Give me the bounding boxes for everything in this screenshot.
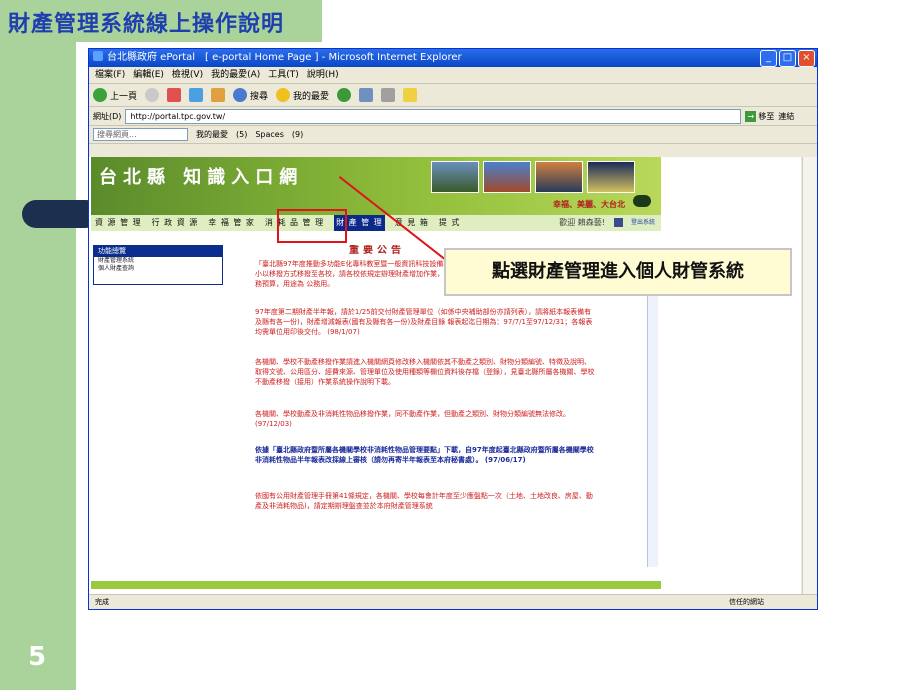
user-greeting: 歡迎 賴森藝! xyxy=(559,218,605,227)
menu-bar: 檔案(F) 編輯(E) 檢視(V) 我的最愛(A) 工具(T) 說明(H) xyxy=(89,67,817,84)
star-icon xyxy=(276,88,291,102)
site-nav: 資 源 管 理 行 政 資 源 幸 福 管 家 消 耗 品 管 理 財 產 管 … xyxy=(91,215,661,231)
banner-photo-1 xyxy=(431,161,479,193)
go-arrow-icon: → xyxy=(745,110,757,122)
address-bar: 網址(D) http://portal.tpc.gov.tw/ → 移至 連結 xyxy=(89,107,817,126)
status-text: 完成 xyxy=(95,598,109,606)
announcement-title: 重要公告 xyxy=(349,245,405,256)
home-icon[interactable] xyxy=(211,88,226,102)
site-banner-title: 台北縣 知識入口網 xyxy=(99,167,304,188)
banner-photo-2 xyxy=(483,161,531,193)
news-text: 依據「臺北縣政府暨所屬各機關學校非消耗性物品管理要點」下載，自97年度起臺北縣政… xyxy=(255,446,594,464)
links-label[interactable]: 連結 xyxy=(778,111,794,122)
logout-link[interactable]: 登出系統 xyxy=(631,215,655,231)
news-item: 各機關、學校動產及非消耗性物品移撥作業，同不動產作業，但動產之類別、財物分類編號… xyxy=(235,409,595,429)
slide-title-band: 財產管理系統線上操作說明 xyxy=(0,0,322,42)
news-item: 各機關、學校不動產移撥作業請進入機關網頁修改移入機關依其不動產之類別、財物分類編… xyxy=(235,357,595,387)
site-slogan: 幸福、美麗、大台北 xyxy=(553,200,625,209)
page-number: 5 xyxy=(28,642,47,672)
nav-admin-resource[interactable]: 行 政 資 源 xyxy=(152,215,199,231)
standard-toolbar: 上一頁 搜尋 我的最愛 xyxy=(89,84,817,107)
searchbar-mail-count[interactable]: (5) xyxy=(236,130,247,139)
window-titlebar[interactable]: 台北縣政府 ePortal [ e-portal Home Page ] - M… xyxy=(89,49,817,67)
banner-photo-3 xyxy=(535,161,583,193)
menu-file[interactable]: 檔案(F) xyxy=(95,67,125,83)
browser-window: 台北縣政府 ePortal [ e-portal Home Page ] - M… xyxy=(88,48,818,610)
page-scrollbar[interactable] xyxy=(802,157,817,595)
history-icon[interactable] xyxy=(337,88,352,102)
slide-side-band xyxy=(0,0,76,690)
side-item-property-system[interactable]: 財產管理系統 xyxy=(94,257,222,265)
news-text: 各機關、學校不動產移撥作業請進入機關網頁修改移入機關依其不動產之類別、財物分類編… xyxy=(255,358,595,386)
folder-icon[interactable] xyxy=(403,88,418,102)
slide-title: 財產管理系統線上操作說明 xyxy=(8,12,285,37)
go-button[interactable]: → 移至 xyxy=(745,110,775,122)
nav-resource-mgmt[interactable]: 資 源 管 理 xyxy=(95,215,142,231)
site-logo-icon xyxy=(633,195,651,207)
minimize-button[interactable]: _ xyxy=(760,50,777,67)
menu-view[interactable]: 檢視(V) xyxy=(172,67,203,83)
news-item: 97年度第二期財產半年報，請於1/25前交付財產管理單位（如係中央補助部份亦請列… xyxy=(235,307,595,337)
address-label: 網址(D) xyxy=(93,111,122,121)
window-title: 台北縣政府 ePortal [ e-portal Home Page ] - M… xyxy=(107,52,462,63)
mail-icon[interactable] xyxy=(359,88,374,102)
favorites-label: 我的最愛 xyxy=(293,91,330,102)
news-item: 依據「臺北縣政府暨所屬各機關學校非消耗性物品管理要點」下載，自97年度起臺北縣政… xyxy=(235,445,595,465)
footer-band xyxy=(91,581,661,589)
favorites-button[interactable]: 我的最愛 xyxy=(276,88,329,102)
nav-extra[interactable]: 提 式 xyxy=(439,215,461,231)
page-viewport: 台北縣 知識入口網 幸福、美麗、大台北 資 源 管 理 行 政 資 源 幸 福 … xyxy=(89,157,801,595)
announcement-scrollbar[interactable] xyxy=(647,259,658,567)
menu-tools[interactable]: 工具(T) xyxy=(268,67,299,83)
status-zone: 信任的網站 xyxy=(729,598,764,606)
news-text: 97年度第二期財產半年報，請於1/25前交付財產管理單位（如係中央補助部份亦請列… xyxy=(255,308,593,336)
nav-happy-butler[interactable]: 幸 福 管 家 xyxy=(208,215,255,231)
banner-photo-4 xyxy=(587,161,635,193)
back-label: 上一頁 xyxy=(110,91,138,102)
forward-arrow-icon[interactable] xyxy=(145,88,160,102)
instruction-callout: 點選財產管理進入個人財管系統 xyxy=(444,248,792,296)
magnifier-icon xyxy=(233,88,248,102)
searchbar-spaces[interactable]: Spaces xyxy=(255,130,284,139)
search-label: 搜尋 xyxy=(250,91,269,102)
ie-icon xyxy=(93,51,103,61)
searchbar-favorites[interactable]: 我的最愛 xyxy=(196,129,228,140)
print-icon[interactable] xyxy=(381,88,396,102)
function-panel-title: 功能總覽 xyxy=(94,246,222,257)
news-text: 各機關、學校動產及非消耗性物品移撥作業，同不動產作業，但動產之類別、財物分類編號… xyxy=(255,410,570,428)
highlight-box xyxy=(277,209,347,243)
menu-favorites[interactable]: 我的最愛(A) xyxy=(211,67,260,83)
toolbar-search-input[interactable]: 搜尋網頁... xyxy=(93,128,188,141)
print-icon[interactable] xyxy=(614,218,623,227)
search-button[interactable]: 搜尋 xyxy=(233,88,268,102)
address-input[interactable]: http://portal.tpc.gov.tw/ xyxy=(125,108,742,124)
refresh-icon[interactable] xyxy=(189,88,204,102)
function-panel: 功能總覽 財產管理系統 個人財產查詢 xyxy=(93,245,223,285)
back-button[interactable]: 上一頁 xyxy=(93,88,137,102)
stop-icon[interactable] xyxy=(167,88,182,102)
news-text: 依國有公用財產管理手冊第41條規定，各機關、學校每會計年度至少應盤點一次（土地、… xyxy=(255,492,593,510)
search-toolbar: 搜尋網頁... 我的最愛 (5) Spaces (9) xyxy=(89,126,817,144)
menu-help[interactable]: 說明(H) xyxy=(307,67,339,83)
back-arrow-icon xyxy=(93,88,107,102)
go-label: 移至 xyxy=(758,111,775,121)
status-bar: 完成 信任的網站 xyxy=(89,594,817,609)
searchbar-msg-count[interactable]: (9) xyxy=(292,130,303,139)
close-button[interactable]: × xyxy=(798,50,815,67)
side-item-personal-query[interactable]: 個人財產查詢 xyxy=(94,265,222,273)
menu-edit[interactable]: 編輯(E) xyxy=(133,67,164,83)
news-item: 依國有公用財產管理手冊第41條規定，各機關、學校每會計年度至少應盤點一次（土地、… xyxy=(235,491,595,511)
maximize-button[interactable]: □ xyxy=(779,50,796,67)
